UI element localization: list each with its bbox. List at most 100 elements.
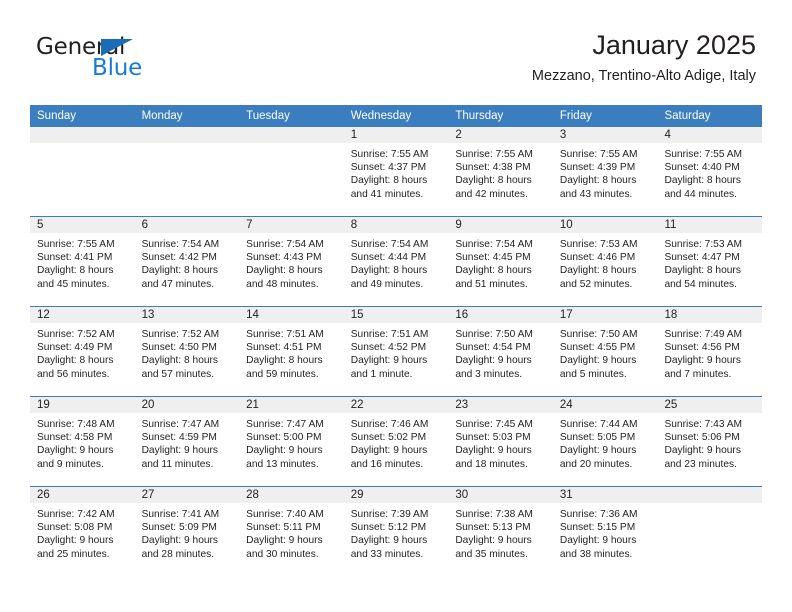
day-cell[interactable]: 14 Sunrise: 7:51 AM Sunset: 4:51 PM Dayl… [239,307,344,396]
day-cell[interactable] [30,127,135,216]
day-number: 4 [664,129,671,141]
day-cell[interactable]: 28 Sunrise: 7:40 AM Sunset: 5:11 PM Dayl… [239,487,344,576]
sunset-text: Sunset: 5:12 PM [350,522,427,534]
daylight-text-line2: and 49 minutes. [350,278,424,290]
day-cell[interactable]: 10 Sunrise: 7:53 AM Sunset: 4:46 PM Dayl… [552,217,658,306]
day-cell[interactable]: 17 Sunrise: 7:50 AM Sunset: 4:55 PM Dayl… [552,307,658,396]
day-cell[interactable] [134,127,240,216]
day-number: 14 [246,309,259,321]
day-cell[interactable]: 15 Sunrise: 7:51 AM Sunset: 4:52 PM Dayl… [343,307,449,396]
sunset-text: Sunset: 4:42 PM [141,252,217,264]
sunrise-text: Sunrise: 7:39 AM [350,509,429,520]
day-cell[interactable]: 22 Sunrise: 7:46 AM Sunset: 5:02 PM Dayl… [343,397,449,486]
daylight-text-line2: and 7 minutes. [664,368,732,380]
calendar-week-row: 19 Sunrise: 7:48 AM Sunset: 4:58 PM Dayl… [30,396,763,486]
day-number: 28 [246,489,259,501]
day-number-band: 7 [239,217,344,233]
sunset-text: Sunset: 4:37 PM [350,162,427,174]
day-cell[interactable]: 24 Sunrise: 7:44 AM Sunset: 5:05 PM Dayl… [552,397,658,486]
weekday-header-sunday: Sunday [37,110,77,122]
day-cell[interactable]: 13 Sunrise: 7:52 AM Sunset: 4:50 PM Dayl… [134,307,240,396]
day-cell[interactable]: 21 Sunrise: 7:47 AM Sunset: 5:00 PM Dayl… [239,397,344,486]
day-number-band: 18 [657,307,763,323]
sunrise-text: Sunrise: 7:47 AM [246,419,324,430]
daylight-text-line2: and 51 minutes. [455,278,528,290]
weekday-header-row: Sunday Monday Tuesday Wednesday Thursday… [30,105,762,127]
day-cell[interactable]: 7 Sunrise: 7:54 AM Sunset: 4:43 PM Dayli… [239,217,344,306]
daylight-text-line1: Daylight: 8 hours [37,355,114,367]
sunrise-text: Sunrise: 7:43 AM [664,419,743,430]
day-details: Sunrise: 7:51 AM Sunset: 4:51 PM Dayligh… [239,323,344,381]
day-cell[interactable]: 20 Sunrise: 7:47 AM Sunset: 4:59 PM Dayl… [134,397,240,486]
day-number-band: 27 [134,487,240,503]
day-number: 1 [350,129,358,141]
weekday-header-wednesday: Wednesday [350,110,412,122]
day-number-band: 25 [657,397,763,413]
title-block: January 2025 Mezzano, Trentino-Alto Adig… [532,28,756,85]
day-cell[interactable]: 8 Sunrise: 7:54 AM Sunset: 4:44 PM Dayli… [343,217,449,306]
day-cell[interactable]: 1 Sunrise: 7:55 AM Sunset: 4:37 PM Dayli… [343,127,449,216]
daylight-text-line2: and 56 minutes. [37,368,110,380]
sunrise-text: Sunrise: 7:52 AM [37,329,115,340]
day-cell[interactable] [657,487,763,576]
day-cell[interactable]: 3 Sunrise: 7:55 AM Sunset: 4:39 PM Dayli… [552,127,658,216]
day-cell[interactable]: 29 Sunrise: 7:39 AM Sunset: 5:12 PM Dayl… [343,487,449,576]
daylight-text-line1: Daylight: 9 hours [559,445,637,457]
day-cell[interactable]: 4 Sunrise: 7:55 AM Sunset: 4:40 PM Dayli… [657,127,763,216]
day-cell[interactable]: 16 Sunrise: 7:50 AM Sunset: 4:54 PM Dayl… [448,307,553,396]
day-details: Sunrise: 7:55 AM Sunset: 4:38 PM Dayligh… [448,143,553,201]
day-number: 8 [350,219,358,231]
day-cell[interactable]: 27 Sunrise: 7:41 AM Sunset: 5:09 PM Dayl… [134,487,240,576]
day-details: Sunrise: 7:55 AM Sunset: 4:41 PM Dayligh… [30,233,135,291]
day-cell[interactable]: 31 Sunrise: 7:36 AM Sunset: 5:15 PM Dayl… [552,487,658,576]
daylight-text-line1: Daylight: 8 hours [141,265,219,277]
day-cell[interactable]: 11 Sunrise: 7:53 AM Sunset: 4:47 PM Dayl… [657,217,763,306]
day-number-band: 1 [343,127,449,143]
daylight-text-line2: and 52 minutes. [559,278,633,290]
day-number-band: 10 [552,217,658,233]
daylight-text-line1: Daylight: 8 hours [37,265,114,277]
day-number-band [134,127,240,143]
day-cell[interactable]: 9 Sunrise: 7:54 AM Sunset: 4:45 PM Dayli… [448,217,553,306]
day-details: Sunrise: 7:50 AM Sunset: 4:54 PM Dayligh… [448,323,553,381]
calendar-week-row: 1 Sunrise: 7:55 AM Sunset: 4:37 PM Dayli… [30,127,763,216]
daylight-text-line2: and 54 minutes. [664,278,737,290]
sunrise-text: Sunrise: 7:51 AM [350,329,429,340]
day-details: Sunrise: 7:53 AM Sunset: 4:47 PM Dayligh… [657,233,762,291]
day-cell[interactable]: 12 Sunrise: 7:52 AM Sunset: 4:49 PM Dayl… [30,307,135,396]
day-cell[interactable]: 2 Sunrise: 7:55 AM Sunset: 4:38 PM Dayli… [448,127,553,216]
sunset-text: Sunset: 4:54 PM [455,342,531,354]
sunset-text: Sunset: 5:05 PM [559,432,636,444]
day-cell[interactable]: 6 Sunrise: 7:54 AM Sunset: 4:42 PM Dayli… [134,217,240,306]
day-cell[interactable]: 5 Sunrise: 7:55 AM Sunset: 4:41 PM Dayli… [30,217,135,306]
day-cell[interactable]: 30 Sunrise: 7:38 AM Sunset: 5:13 PM Dayl… [448,487,553,576]
day-cell[interactable] [239,127,344,216]
day-number: 5 [37,219,44,231]
sunset-text: Sunset: 4:38 PM [455,162,531,174]
daylight-text-line2: and 3 minutes. [455,368,523,380]
day-cell[interactable]: 18 Sunrise: 7:49 AM Sunset: 4:56 PM Dayl… [657,307,763,396]
daylight-text-line2: and 5 minutes. [559,368,627,380]
sunrise-text: Sunrise: 7:54 AM [455,239,533,250]
day-details: Sunrise: 7:43 AM Sunset: 5:06 PM Dayligh… [657,413,762,471]
day-number-band: 8 [343,217,449,233]
day-details: Sunrise: 7:49 AM Sunset: 4:56 PM Dayligh… [657,323,762,381]
day-number: 24 [559,399,573,411]
day-details: Sunrise: 7:52 AM Sunset: 4:49 PM Dayligh… [30,323,135,381]
day-cell[interactable]: 23 Sunrise: 7:45 AM Sunset: 5:03 PM Dayl… [448,397,553,486]
day-number-band: 13 [134,307,240,323]
day-cell[interactable]: 26 Sunrise: 7:42 AM Sunset: 5:08 PM Dayl… [30,487,135,576]
day-cell[interactable]: 25 Sunrise: 7:43 AM Sunset: 5:06 PM Dayl… [657,397,763,486]
daylight-text-line1: Daylight: 9 hours [455,535,532,547]
sunrise-text: Sunrise: 7:45 AM [455,419,533,430]
daylight-text-line1: Daylight: 8 hours [455,175,532,187]
sunrise-text: Sunrise: 7:44 AM [559,419,638,430]
daylight-text-line1: Daylight: 8 hours [350,175,428,187]
general-blue-logo[interactable]: General Blue [36,34,216,86]
day-number: 27 [141,489,155,501]
daylight-text-line2: and 57 minutes. [141,368,215,380]
day-number: 25 [664,399,678,411]
day-cell[interactable]: 19 Sunrise: 7:48 AM Sunset: 4:58 PM Dayl… [30,397,135,486]
day-details: Sunrise: 7:45 AM Sunset: 5:03 PM Dayligh… [448,413,553,471]
day-details [135,143,240,148]
